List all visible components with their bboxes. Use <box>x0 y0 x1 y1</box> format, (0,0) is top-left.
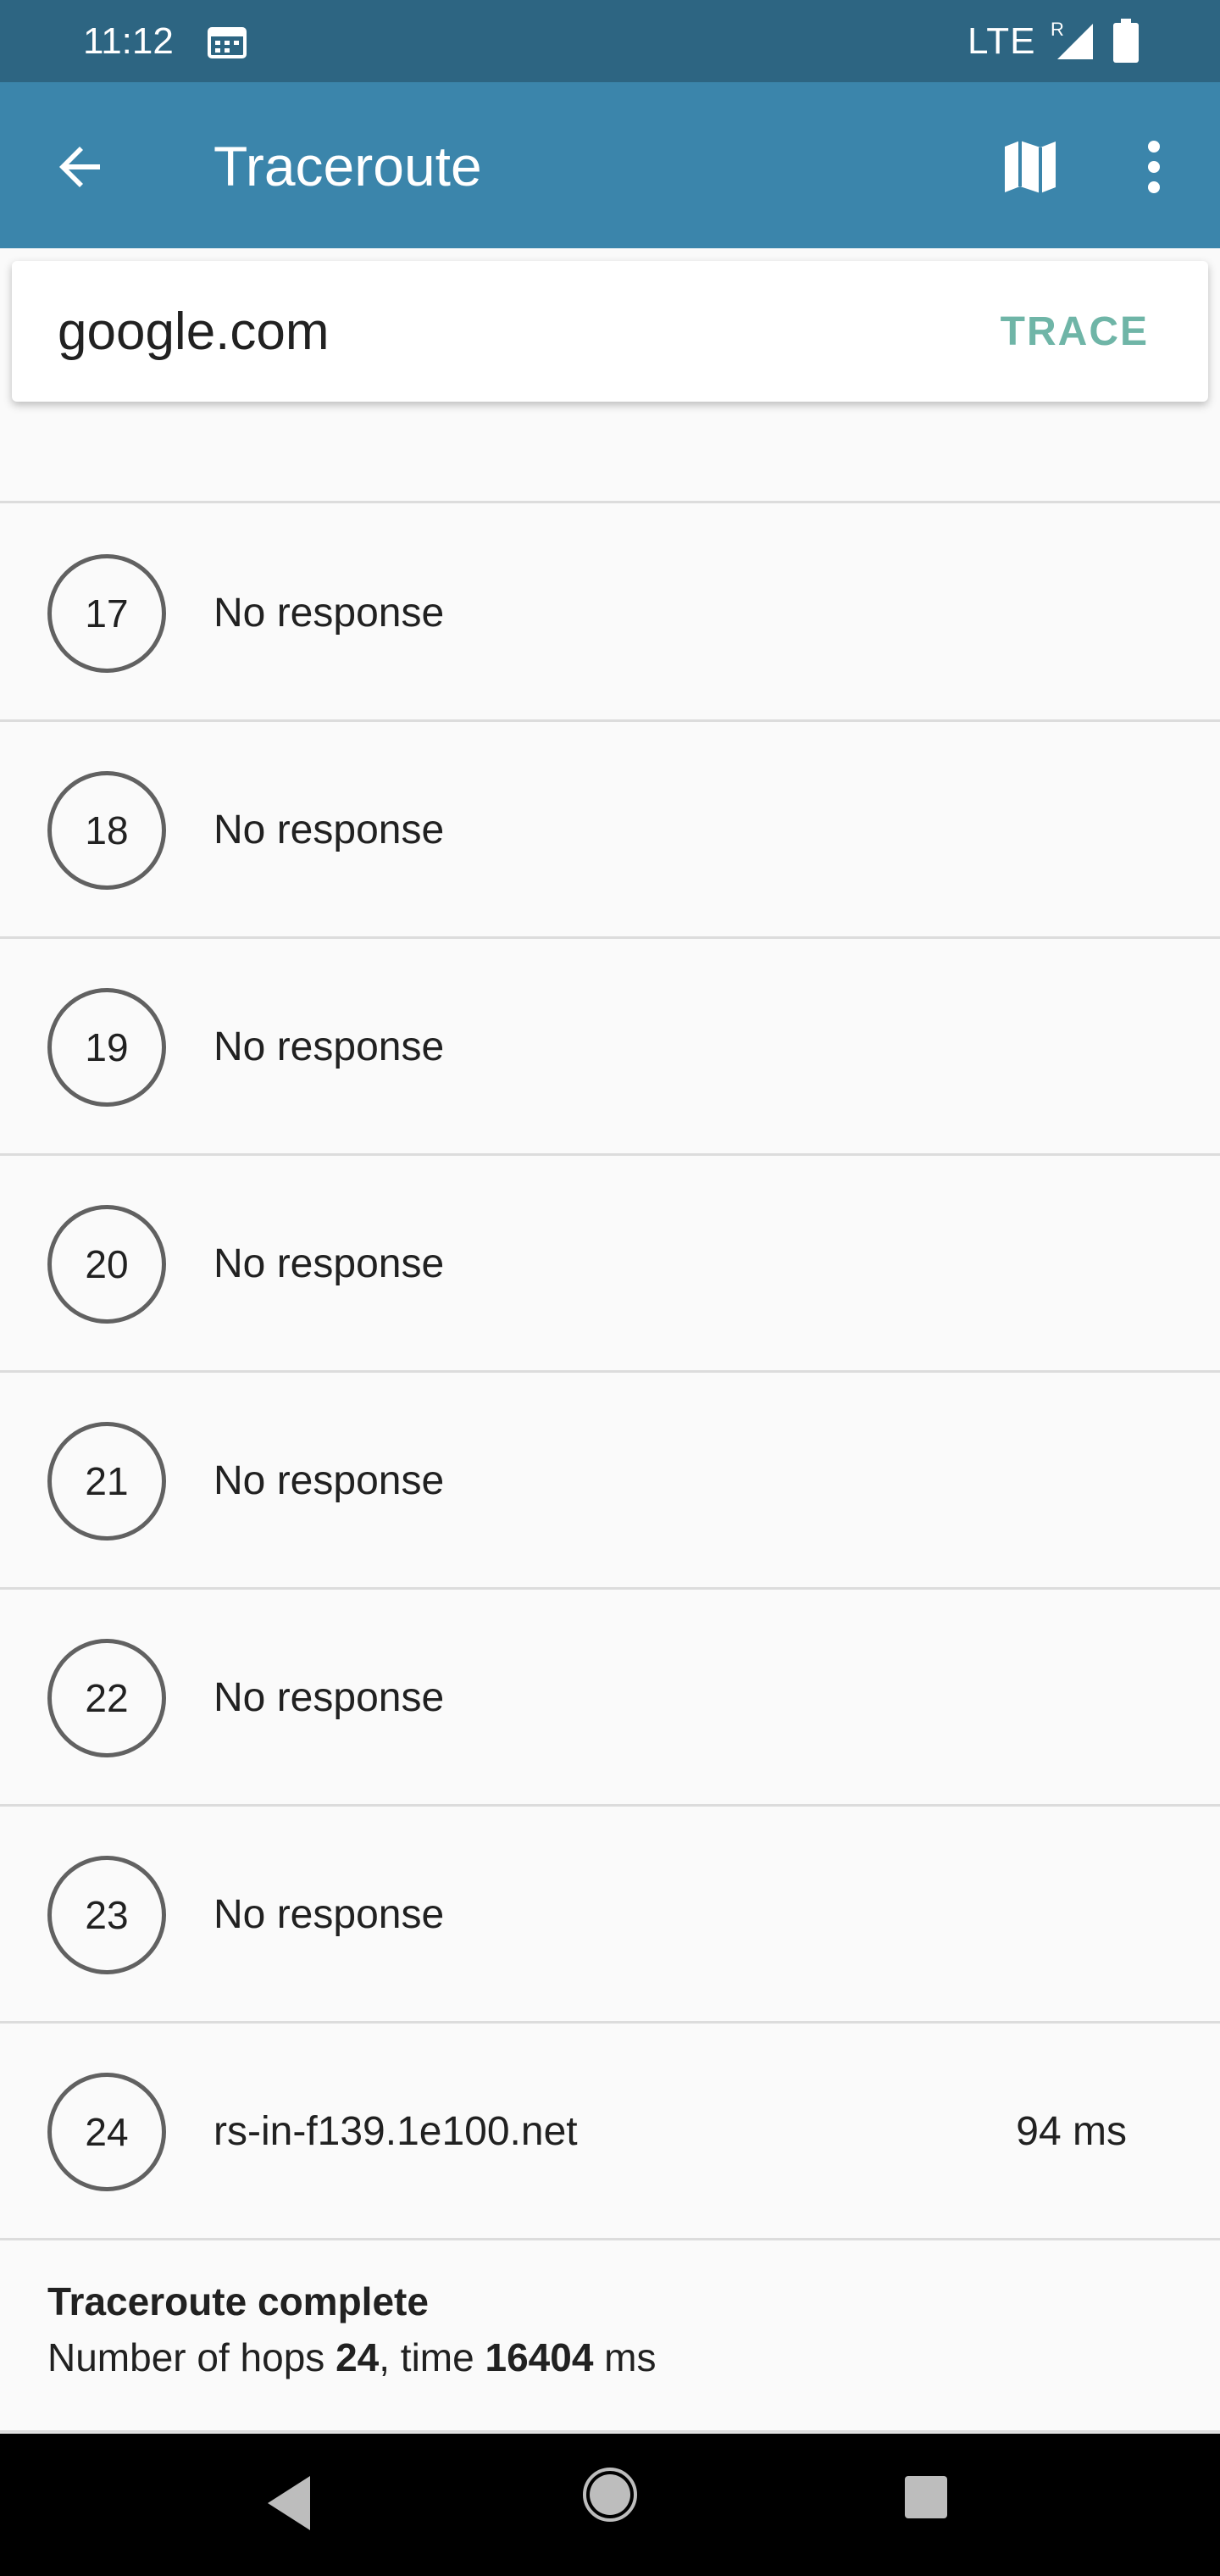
hop-number: 23 <box>47 1856 166 1974</box>
app-bar: Traceroute <box>0 82 1220 248</box>
hop-number: 18 <box>47 771 166 890</box>
hop-host: No response <box>214 1675 445 1720</box>
hop-host: No response <box>214 1458 445 1503</box>
search-card: TRACE <box>12 261 1208 402</box>
trace-button[interactable]: TRACE <box>1001 308 1149 356</box>
nav-recents-icon[interactable] <box>903 2474 949 2520</box>
hop-number: 19 <box>47 988 166 1107</box>
network-type: LTE <box>968 20 1036 62</box>
hop-host: No response <box>214 1241 445 1286</box>
page-title: Traceroute <box>214 135 482 197</box>
hop-host: No response <box>214 1892 445 1937</box>
list-item[interactable]: 24 rs-in-f139.1e100.net 94 ms <box>0 2024 1220 2240</box>
hop-host: rs-in-f139.1e100.net <box>214 2109 578 2154</box>
list-item[interactable]: 17 No response <box>0 505 1220 722</box>
summary-title: Traceroute complete <box>47 2279 429 2323</box>
map-icon[interactable] <box>996 133 1064 201</box>
summary-time-value: 16404 <box>485 2335 594 2379</box>
nav-home-icon[interactable] <box>581 2466 639 2523</box>
status-time: 11:12 <box>83 20 174 62</box>
list-item[interactable]: 22 No response <box>0 1590 1220 1807</box>
hop-number: 24 <box>47 2073 166 2191</box>
trace-summary: Traceroute complete Number of hops 24, t… <box>47 2278 1149 2381</box>
list-item[interactable]: 18 No response <box>0 722 1220 939</box>
nav-back-icon[interactable] <box>263 2469 317 2537</box>
hop-host: No response <box>214 1024 445 1069</box>
hop-number: 17 <box>47 554 166 673</box>
summary-hops-count: 24 <box>336 2335 380 2379</box>
summary-time-label: , time <box>379 2335 485 2379</box>
list-item[interactable]: 21 No response <box>0 1373 1220 1590</box>
hop-host: No response <box>214 808 445 852</box>
list-item[interactable]: 23 No response <box>0 1807 1220 2024</box>
navigation-bar <box>0 2434 1220 2576</box>
divider <box>0 2430 1220 2433</box>
hop-number: 20 <box>47 1205 166 1324</box>
calendar-icon <box>208 27 247 58</box>
battery-icon <box>1113 19 1139 63</box>
summary-hops-label: Number of hops <box>47 2335 336 2379</box>
hop-host: No response <box>214 591 445 636</box>
hop-number: 21 <box>47 1422 166 1541</box>
back-arrow-icon[interactable] <box>47 133 115 201</box>
more-vert-icon[interactable] <box>1123 133 1184 201</box>
summary-details: Number of hops 24, time 16404 ms <box>47 2334 1149 2381</box>
summary-time-unit: ms <box>593 2335 657 2379</box>
list-item[interactable]: 20 No response <box>0 1156 1220 1373</box>
list-item[interactable]: 19 No response <box>0 939 1220 1156</box>
status-bar: 11:12 LTE R <box>0 0 1220 82</box>
hop-time: 94 ms <box>1016 2109 1127 2154</box>
hop-number: 22 <box>47 1639 166 1757</box>
signal-icon <box>1057 24 1093 59</box>
host-input[interactable] <box>58 295 905 368</box>
